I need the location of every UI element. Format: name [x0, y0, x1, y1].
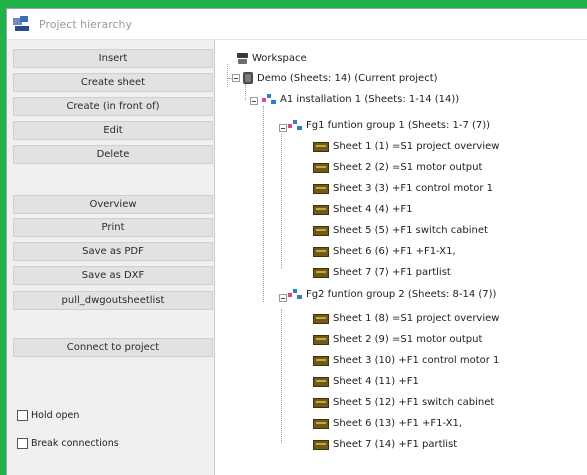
insert-button[interactable]: Insert — [13, 49, 213, 68]
save-pdf-button[interactable]: Save as PDF — [13, 242, 213, 261]
tree-node-label: Sheet 5 (12) +F1 switch cabinet — [333, 397, 495, 408]
tree-node-function-group-1[interactable]: Fg1 funtion group 1 (Sheets: 1-7 (7)) — [288, 120, 490, 131]
action-panel: Insert Create sheet Create (in front of)… — [7, 40, 214, 475]
sheet-icon — [313, 418, 329, 429]
sheet-icon — [313, 355, 329, 366]
installation-icon — [262, 94, 276, 105]
function-group-icon — [288, 120, 302, 131]
tree-node-label: Sheet 4 (4) +F1 — [333, 204, 413, 215]
connect-to-project-button[interactable]: Connect to project — [13, 338, 213, 357]
tree-node-label: Sheet 4 (11) +F1 — [333, 376, 419, 387]
sheet-icon — [313, 439, 329, 450]
collapse-icon[interactable] — [232, 74, 240, 82]
title-bar: Project hierarchy — [7, 9, 587, 40]
overview-button[interactable]: Overview — [13, 195, 213, 214]
project-hierarchy-window: Project hierarchy Insert Create sheet Cr… — [6, 8, 587, 475]
tree-node-sheet[interactable]: Sheet 3 (10) +F1 control motor 1 — [313, 355, 499, 366]
tree-node-sheet[interactable]: Sheet 4 (11) +F1 — [313, 376, 419, 387]
workspace-icon — [237, 53, 248, 64]
tree-node-sheet[interactable]: Sheet 5 (12) +F1 switch cabinet — [313, 397, 494, 408]
window-title: Project hierarchy — [39, 17, 133, 31]
tree-node-sheet[interactable]: Sheet 7 (7) +F1 partlist — [313, 267, 451, 278]
function-group-icon — [288, 289, 302, 300]
delete-button[interactable]: Delete — [13, 145, 213, 164]
tree-node-sheet[interactable]: Sheet 2 (2) =S1 motor output — [313, 162, 482, 173]
project-icon — [243, 72, 253, 84]
create-sheet-button[interactable]: Create sheet — [13, 73, 213, 92]
break-connections-checkbox[interactable]: Break connections — [17, 438, 119, 449]
sheet-icon — [313, 313, 329, 324]
tree-node-label: Sheet 1 (8) =S1 project overview — [333, 313, 500, 324]
project-tree: Workspace Demo (Sheets: 14) (Current pro… — [215, 40, 587, 475]
tree-node-label: A1 installation 1 (Sheets: 1-14 (14)) — [280, 94, 460, 105]
sheet-icon — [313, 141, 329, 152]
sheet-icon — [313, 162, 329, 173]
tree-node-sheet[interactable]: Sheet 6 (13) +F1 +F1-X1, — [313, 418, 462, 429]
sheet-icon — [313, 246, 329, 257]
tree-node-label: Fg1 funtion group 1 (Sheets: 1-7 (7)) — [306, 120, 491, 131]
tree-node-sheet[interactable]: Sheet 7 (14) +F1 partlist — [313, 439, 457, 450]
app-icon — [13, 16, 31, 32]
tree-node-project[interactable]: Demo (Sheets: 14) (Current project) — [243, 72, 438, 84]
tree-node-label: Sheet 6 (13) +F1 +F1-X1, — [333, 418, 463, 429]
sheet-icon — [313, 225, 329, 236]
tree-node-label: Sheet 5 (5) +F1 switch cabinet — [333, 225, 488, 236]
tree-node-label: Sheet 2 (9) =S1 motor output — [333, 334, 483, 345]
pull-dwgoutsheetlist-button[interactable]: pull_dwgoutsheetlist — [13, 291, 213, 310]
tree-node-sheet[interactable]: Sheet 5 (5) +F1 switch cabinet — [313, 225, 488, 236]
sheet-icon — [313, 183, 329, 194]
tree-node-label: Fg2 funtion group 2 (Sheets: 8-14 (7)) — [306, 289, 497, 300]
tree-node-workspace[interactable]: Workspace — [237, 53, 307, 64]
tree-node-sheet[interactable]: Sheet 6 (6) +F1 +F1-X1, — [313, 246, 456, 257]
break-connections-label: Break connections — [31, 438, 119, 449]
tree-node-label: Sheet 3 (10) +F1 control motor 1 — [333, 355, 500, 366]
hold-open-label: Hold open — [31, 410, 80, 421]
collapse-icon[interactable] — [250, 97, 258, 105]
hold-open-checkbox[interactable]: Hold open — [17, 410, 79, 421]
tree-node-label: Demo (Sheets: 14) (Current project) — [257, 72, 438, 84]
tree-node-label: Workspace — [252, 53, 307, 64]
sheet-icon — [313, 267, 329, 278]
tree-node-function-group-2[interactable]: Fg2 funtion group 2 (Sheets: 8-14 (7)) — [288, 289, 496, 300]
tree-node-label: Sheet 1 (1) =S1 project overview — [333, 141, 500, 152]
sheet-icon — [313, 334, 329, 345]
collapse-icon[interactable] — [279, 294, 287, 302]
print-button[interactable]: Print — [13, 218, 213, 237]
tree-node-label: Sheet 6 (6) +F1 +F1-X1, — [333, 246, 456, 257]
tree-node-label: Sheet 2 (2) =S1 motor output — [333, 162, 483, 173]
tree-node-label: Sheet 7 (7) +F1 partlist — [333, 267, 451, 278]
tree-node-installation[interactable]: A1 installation 1 (Sheets: 1-14 (14)) — [262, 94, 459, 105]
tree-node-sheet[interactable]: Sheet 1 (8) =S1 project overview — [313, 313, 499, 324]
tree-node-sheet[interactable]: Sheet 1 (1) =S1 project overview — [313, 141, 499, 152]
tree-node-sheet[interactable]: Sheet 4 (4) +F1 — [313, 204, 412, 215]
tree-node-label: Sheet 7 (14) +F1 partlist — [333, 439, 458, 450]
create-in-front-button[interactable]: Create (in front of) — [13, 97, 213, 116]
sheet-icon — [313, 204, 329, 215]
tree-node-label: Sheet 3 (3) +F1 control motor 1 — [333, 183, 494, 194]
sheet-icon — [313, 376, 329, 387]
tree-node-sheet[interactable]: Sheet 2 (9) =S1 motor output — [313, 334, 482, 345]
collapse-icon[interactable] — [279, 124, 287, 132]
checkbox-box[interactable] — [17, 410, 28, 421]
edit-button[interactable]: Edit — [13, 121, 213, 140]
sheet-icon — [313, 397, 329, 408]
tree-node-sheet[interactable]: Sheet 3 (3) +F1 control motor 1 — [313, 183, 493, 194]
save-dxf-button[interactable]: Save as DXF — [13, 266, 213, 285]
checkbox-box[interactable] — [17, 438, 28, 449]
